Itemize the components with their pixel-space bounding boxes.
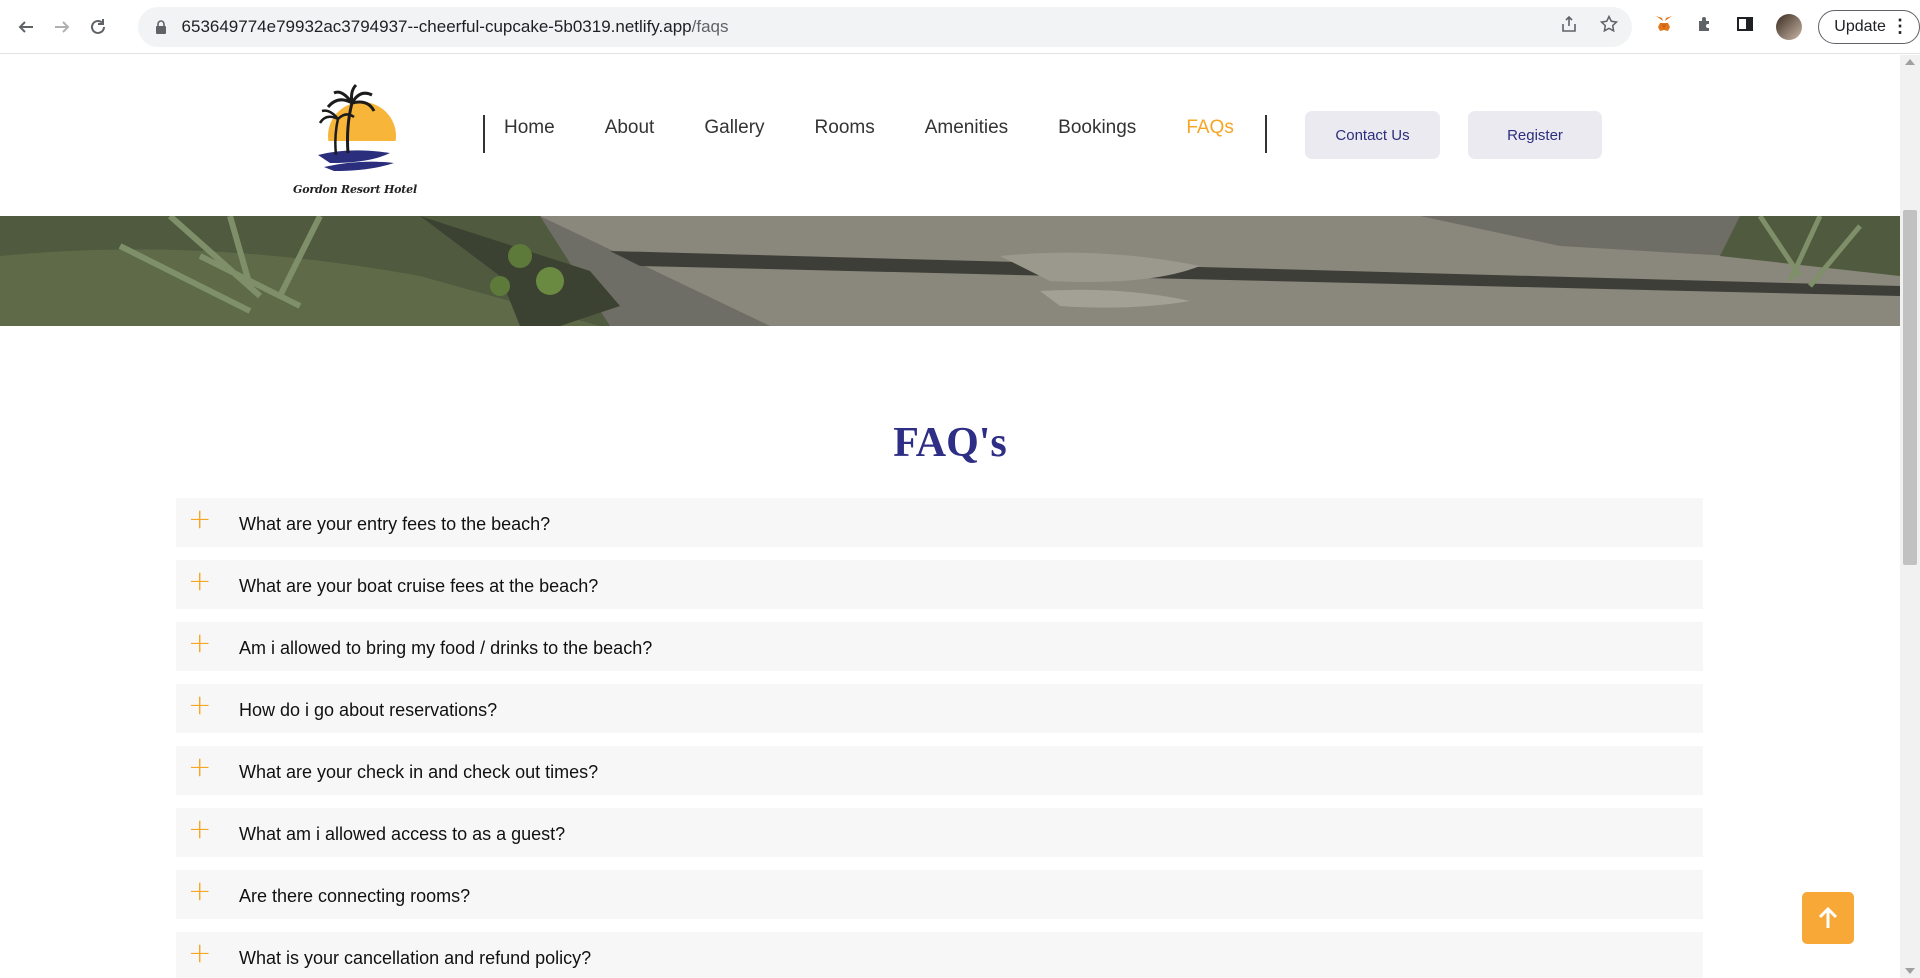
faq-item[interactable]: + How do i go about reservations? xyxy=(176,684,1703,733)
faq-question: How do i go about reservations? xyxy=(239,700,498,720)
nav-gallery[interactable]: Gallery xyxy=(704,117,764,139)
faq-item[interactable]: + What are your boat cruise fees at the … xyxy=(176,560,1703,609)
nav-bookings[interactable]: Bookings xyxy=(1058,117,1136,139)
nav-about[interactable]: About xyxy=(605,117,655,139)
faq-question: What are your entry fees to the beach? xyxy=(239,514,551,534)
url-text: 653649774e79932ac3794937--cheerful-cupca… xyxy=(181,16,729,36)
plus-icon[interactable]: + xyxy=(188,753,211,781)
browser-toolbar: 653649774e79932ac3794937--cheerful-cupca… xyxy=(0,0,1920,54)
faq-item[interactable]: + What am i allowed access to as a guest… xyxy=(176,808,1703,857)
faq-question: Are there connecting rooms? xyxy=(239,886,471,906)
faq-item[interactable]: + What are your entry fees to the beach? xyxy=(176,498,1703,547)
faq-heading: FAQ's xyxy=(893,420,1007,466)
page-viewport: Gordon Resort Hotel Home About Gallery R… xyxy=(0,55,1900,978)
plus-icon[interactable]: + xyxy=(188,629,211,657)
lock-icon xyxy=(154,19,168,35)
plus-icon[interactable]: + xyxy=(188,505,211,533)
nav-faqs[interactable]: FAQs xyxy=(1186,117,1234,139)
faq-question: What am i allowed access to as a guest? xyxy=(239,824,566,844)
back-icon[interactable] xyxy=(8,9,44,45)
nav-divider-left xyxy=(483,115,485,153)
plus-icon[interactable]: + xyxy=(188,691,211,719)
scrollbar-thumb[interactable] xyxy=(1903,210,1917,565)
nav-rooms[interactable]: Rooms xyxy=(815,117,875,139)
reload-icon[interactable] xyxy=(80,9,116,45)
plus-icon[interactable]: + xyxy=(188,567,211,595)
forward-icon[interactable] xyxy=(44,9,80,45)
contact-us-button[interactable]: Contact Us xyxy=(1305,111,1440,159)
main-nav: Home About Gallery Rooms Amenities Booki… xyxy=(504,117,1234,139)
bookmark-star-icon[interactable] xyxy=(1600,14,1619,39)
scroll-up-icon[interactable] xyxy=(1905,59,1915,65)
palm-sunset-logo-icon xyxy=(310,83,410,181)
profile-avatar[interactable] xyxy=(1776,13,1803,40)
faq-question: Am i allowed to bring my food / drinks t… xyxy=(239,638,653,658)
faq-item[interactable]: + Am i allowed to bring my food / drinks… xyxy=(176,622,1703,671)
faq-item[interactable]: + What are your check in and check out t… xyxy=(176,746,1703,795)
nav-divider-right xyxy=(1265,115,1267,153)
plus-icon[interactable]: + xyxy=(188,939,211,967)
register-button[interactable]: Register xyxy=(1468,111,1602,159)
faq-question: What are your boat cruise fees at the be… xyxy=(239,576,599,596)
faq-accordion: + What are your entry fees to the beach?… xyxy=(176,498,1703,978)
share-icon[interactable] xyxy=(1560,15,1578,39)
arrow-up-icon xyxy=(1818,906,1838,928)
side-panel-icon[interactable] xyxy=(1736,15,1754,38)
plus-icon[interactable]: + xyxy=(188,815,211,843)
update-button[interactable]: Update ⋮ xyxy=(1818,9,1920,44)
logo-text: Gordon Resort Hotel xyxy=(293,183,417,196)
scroll-down-icon[interactable] xyxy=(1905,968,1915,974)
faq-question: What is your cancellation and refund pol… xyxy=(239,948,592,968)
site-header: Gordon Resort Hotel Home About Gallery R… xyxy=(0,55,1900,216)
extensions-puzzle-icon[interactable] xyxy=(1696,15,1714,38)
page-scrollbar[interactable] xyxy=(1900,55,1920,978)
faq-item[interactable]: + What is your cancellation and refund p… xyxy=(176,932,1703,978)
site-logo[interactable]: Gordon Resort Hotel xyxy=(290,81,420,196)
plus-icon[interactable]: + xyxy=(188,877,211,905)
faq-item[interactable]: + Are there connecting rooms? xyxy=(176,870,1703,919)
kebab-menu-icon[interactable]: ⋮ xyxy=(1891,16,1909,37)
scroll-to-top-button[interactable] xyxy=(1802,892,1854,944)
metamask-extension-icon[interactable] xyxy=(1654,14,1674,39)
update-label: Update xyxy=(1834,17,1886,35)
nav-home[interactable]: Home xyxy=(504,117,555,139)
hero-banner-image xyxy=(0,216,1900,326)
address-bar[interactable]: 653649774e79932ac3794937--cheerful-cupca… xyxy=(137,6,1633,47)
nav-amenities[interactable]: Amenities xyxy=(925,117,1008,139)
faq-question: What are your check in and check out tim… xyxy=(239,762,599,782)
